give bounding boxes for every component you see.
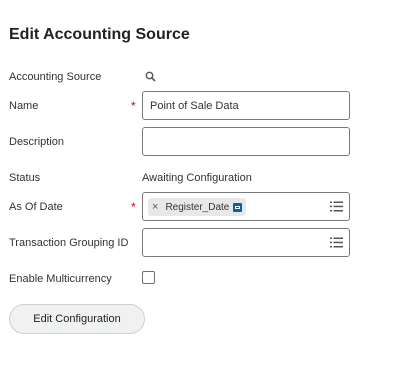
tag-label: Register_Date [165,201,230,213]
search-icon[interactable] [145,71,156,82]
transaction-grouping-id-label: Transaction Grouping ID [9,237,129,249]
as-of-date-label: As Of Date [9,201,63,213]
description-field[interactable] [142,127,350,156]
status-label: Status [9,172,41,184]
name-field[interactable]: Point of Sale Data [142,91,350,120]
enable-multicurrency-label: Enable Multicurrency [9,273,112,285]
selected-tag: × Register_Date [148,198,247,216]
name-field-value: Point of Sale Data [150,100,239,112]
status-value: Awaiting Configuration [142,172,252,184]
page-title: Edit Accounting Source [9,26,190,43]
required-indicator: * [131,99,136,113]
list-icon[interactable] [330,237,343,248]
list-icon[interactable] [330,201,343,212]
name-label: Name [9,100,39,112]
edit-configuration-button[interactable]: Edit Configuration [9,304,145,334]
required-indicator: * [131,200,136,214]
as-of-date-field[interactable]: × Register_Date [142,192,350,221]
remove-tag-icon[interactable]: × [152,201,158,213]
enable-multicurrency-checkbox[interactable] [142,271,155,284]
transaction-grouping-id-field[interactable] [142,228,350,257]
calculated-field-icon [233,202,243,212]
accounting-source-label: Accounting Source [9,71,102,83]
description-label: Description [9,136,65,148]
